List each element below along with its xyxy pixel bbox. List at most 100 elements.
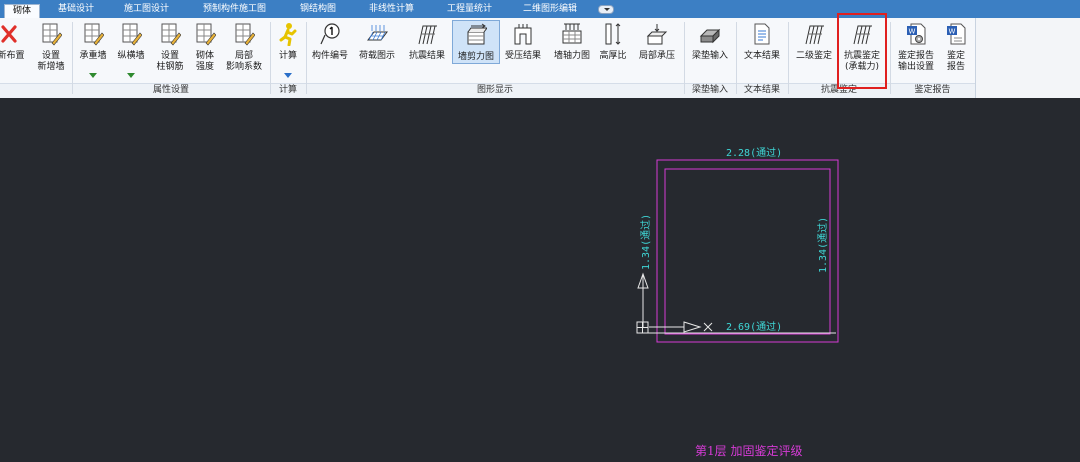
height-thickness-icon — [605, 23, 621, 45]
grid-pencil-icon — [42, 23, 62, 46]
beam-pad-input-button[interactable]: 梁垫输入 — [690, 20, 730, 82]
running-man-icon — [279, 23, 297, 46]
local-influence-label-2: 影响系数 — [225, 62, 262, 72]
level2-check-label: 二级鉴定 — [795, 51, 832, 61]
set-new-wall-button[interactable]: 设置 新增墙 — [36, 20, 66, 82]
grid-pencil-icon — [235, 23, 255, 46]
grid-pencil-icon — [196, 23, 216, 46]
dropdown-arrow-icon[interactable] — [89, 73, 97, 78]
group-label-check-report: 鉴定报告 — [914, 85, 951, 95]
wall-outline-inner — [664, 168, 831, 335]
wall-axial-diagram-label: 墙轴力图 — [553, 51, 590, 61]
ribbon-empty-area — [975, 18, 1080, 98]
wall-axial-icon — [562, 23, 582, 44]
group-label-graphic-display: 图形显示 — [476, 85, 513, 95]
frame-structure-icon — [418, 25, 437, 45]
grid-pencil-icon — [161, 23, 181, 46]
tab-foundation-design[interactable]: 基础设计 — [58, 3, 94, 18]
local-compression-icon — [646, 24, 668, 45]
floor-evaluation-title: 第1层 加固鉴定评级 — [695, 444, 803, 458]
report-output-settings-button[interactable]: W 鉴定报告 输出设置 — [896, 20, 936, 82]
word-document-icon: W — [947, 23, 966, 45]
svg-text:W: W — [949, 28, 956, 36]
wall-axial-diagram-button[interactable]: 墙轴力图 — [553, 20, 591, 82]
ucs-x-arrow-icon — [683, 321, 702, 333]
new-layout-button[interactable]: 新布置 — [0, 20, 25, 82]
report-output-settings-label-1: 鉴定报告 — [897, 51, 934, 61]
check-report-label-2: 报告 — [946, 62, 965, 72]
masonry-strength-label-1: 砌体 — [195, 51, 214, 61]
member-number-button[interactable]: 构件编号 — [312, 20, 348, 82]
local-influence-factor-button[interactable]: 局部 影响系数 — [226, 20, 262, 82]
document-icon — [754, 23, 770, 45]
arch-frame-icon — [514, 24, 532, 45]
local-compression-label: 局部承压 — [638, 51, 675, 61]
ribbon-collapse-button[interactable] — [598, 5, 614, 14]
group-label-text-result: 文本结果 — [743, 85, 780, 95]
compression-result-button[interactable]: 受压结果 — [505, 20, 541, 82]
masonry-strength-button[interactable]: 砌体 强度 — [191, 20, 219, 82]
report-output-settings-label-2: 输出设置 — [897, 62, 934, 72]
tab-quantity-statistics[interactable]: 工程量统计 — [447, 3, 492, 18]
height-thickness-ratio-button[interactable]: 高厚比 — [599, 20, 627, 82]
left-wall-result: 1.34(通过) — [641, 213, 652, 270]
text-result-button[interactable]: 文本结果 — [742, 20, 782, 82]
calculate-label: 计算 — [278, 51, 297, 61]
local-compression-button[interactable]: 局部承压 — [638, 20, 676, 82]
load-grid-icon — [367, 25, 388, 41]
longitudinal-wall-button[interactable]: 纵横墙 — [116, 20, 146, 82]
set-new-wall-label-1: 设置 — [41, 51, 60, 61]
masonry-strength-label-2: 强度 — [195, 62, 214, 72]
red-x-icon — [1, 25, 17, 43]
height-thickness-ratio-label: 高厚比 — [599, 51, 627, 61]
load-diagram-label: 荷载图示 — [358, 51, 395, 61]
bearing-wall-label: 承重墙 — [79, 51, 107, 61]
ribbon-tab-bar: 砌体 基础设计 施工图设计 预制构件施工图 钢结构图 非线性计算 工程量统计 二… — [0, 0, 1080, 18]
wall-drawing — [636, 159, 839, 343]
check-report-label-1: 鉴定 — [946, 51, 965, 61]
numbered-circle-icon — [320, 23, 340, 45]
member-number-label: 构件编号 — [311, 51, 348, 61]
tab-precast-drawing[interactable]: 预制构件施工图 — [203, 3, 266, 18]
text-result-label: 文本结果 — [743, 51, 780, 61]
tab-nonlinear[interactable]: 非线性计算 — [369, 3, 414, 18]
wall-outline-outer — [656, 159, 839, 343]
top-wall-result: 2.28(通过) — [726, 148, 783, 159]
seismic-result-label: 抗震结果 — [408, 51, 445, 61]
group-label-beam-pad-input: 梁垫输入 — [691, 85, 728, 95]
compression-result-label: 受压结果 — [504, 51, 541, 61]
tab-construction-drawing[interactable]: 施工图设计 — [124, 3, 169, 18]
calculate-button[interactable]: 计算 — [274, 20, 302, 82]
frame-structure-icon — [805, 25, 824, 45]
tab-steel-structure[interactable]: 钢结构图 — [300, 3, 336, 18]
dropdown-arrow-icon[interactable] — [284, 73, 292, 78]
wall-shear-diagram-label: 墙剪力图 — [457, 52, 494, 62]
load-diagram-button[interactable]: 荷载图示 — [358, 20, 396, 82]
check-report-button[interactable]: W 鉴定 报告 — [942, 20, 970, 82]
set-column-rebar-button[interactable]: 设置 柱钢筋 — [155, 20, 185, 82]
grid-pencil-icon — [84, 23, 104, 46]
drawing-canvas[interactable]: 2.28(通过) 2.69(通过) 1.34(通过) 1.34(通过) 第1层 … — [0, 98, 1080, 462]
red-highlight-box — [837, 13, 887, 89]
local-influence-label-1: 局部 — [234, 51, 253, 61]
right-wall-result: 1.34(通过) — [818, 216, 829, 273]
dropdown-arrow-icon[interactable] — [127, 73, 135, 78]
level2-check-button[interactable]: 二级鉴定 — [795, 20, 833, 82]
beam-pad-block-icon — [699, 28, 721, 44]
new-layout-label: 新布置 — [0, 51, 25, 61]
svg-text:W: W — [909, 28, 916, 36]
wall-shear-icon — [467, 23, 487, 45]
bearing-wall-button[interactable]: 承重墙 — [78, 20, 108, 82]
seismic-result-button[interactable]: 抗震结果 — [408, 20, 446, 82]
group-label-calculation: 计算 — [278, 85, 297, 95]
tab-masonry[interactable]: 砌体 — [4, 4, 41, 18]
set-new-wall-label-2: 新增墙 — [37, 62, 65, 72]
bottom-wall-result: 2.69(通过) — [726, 322, 783, 333]
wall-shear-diagram-button[interactable]: 墙剪力图 — [452, 20, 500, 64]
tab-2d-graphics-edit[interactable]: 二维图形编辑 — [523, 3, 577, 18]
group-label-property-settings: 属性设置 — [152, 85, 189, 95]
grid-pencil-icon — [122, 23, 142, 46]
ucs-x-mark-icon — [703, 322, 713, 332]
beam-pad-input-label: 梁垫输入 — [691, 51, 728, 61]
word-settings-icon: W — [907, 23, 926, 45]
